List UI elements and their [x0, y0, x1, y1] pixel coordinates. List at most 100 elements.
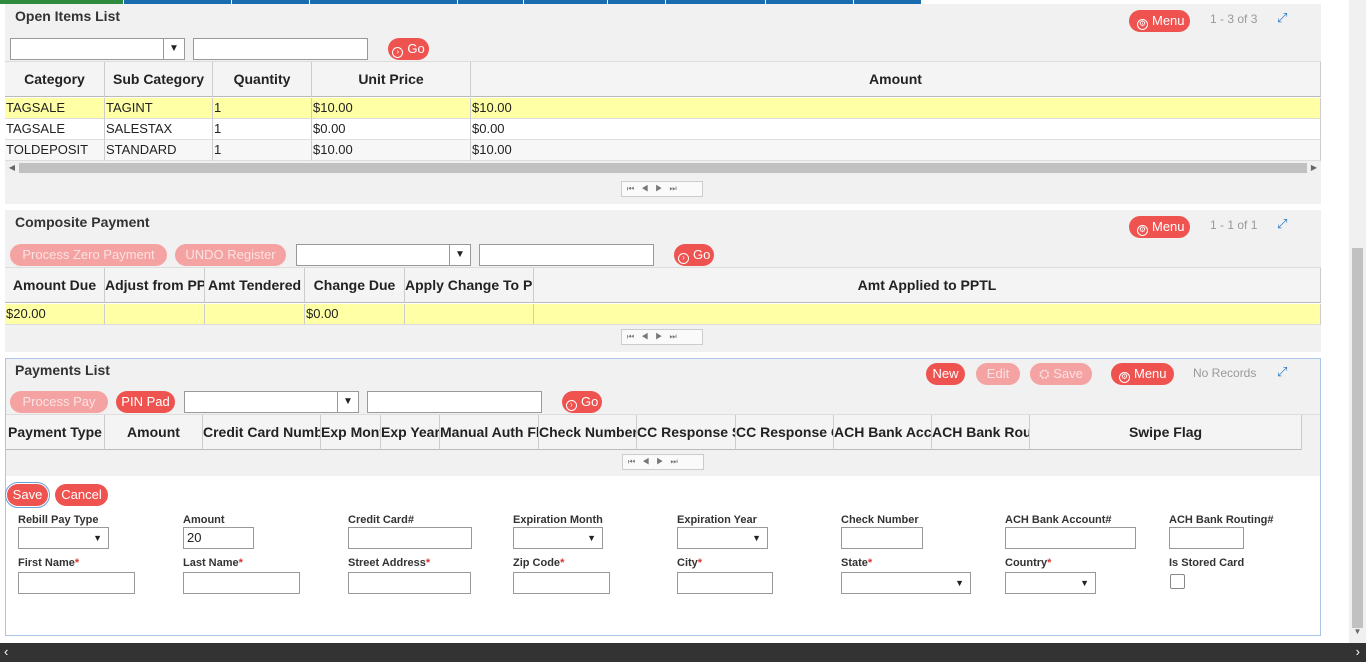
- filter-value-input[interactable]: [479, 244, 654, 266]
- scroll-down-icon[interactable]: ▼: [1349, 627, 1366, 636]
- horizontal-scrollbar[interactable]: ◀ ▶: [5, 161, 1321, 175]
- chevron-down-icon: ▼: [337, 392, 358, 412]
- first-name-input[interactable]: [18, 572, 135, 594]
- country-select[interactable]: [1005, 572, 1096, 594]
- column-header[interactable]: CC Response Code: [736, 415, 834, 450]
- column-header[interactable]: Exp Month: [321, 415, 381, 450]
- table-cell: $0.00: [471, 119, 1321, 140]
- column-header[interactable]: Quantity: [213, 62, 312, 97]
- filter-value-input[interactable]: [193, 38, 368, 60]
- column-header[interactable]: Amt Tendered: [205, 268, 305, 303]
- pager-nav-icons[interactable]: ⏮◀▶⏭: [622, 454, 704, 470]
- process-zero-payment-button[interactable]: Process Zero Payment: [10, 244, 167, 266]
- arrow-right-icon: ›: [566, 400, 577, 411]
- filter-column-select[interactable]: ▼: [296, 244, 471, 266]
- process-pay-button[interactable]: Process Pay: [10, 391, 108, 413]
- scroll-right-icon[interactable]: ›: [1356, 644, 1360, 659]
- pin-pad-button[interactable]: PIN Pad: [116, 391, 175, 413]
- column-header[interactable]: CC Response Status: [637, 415, 736, 450]
- column-header[interactable]: Sub Category: [105, 62, 213, 97]
- expand-icon[interactable]: ⤢: [1277, 10, 1287, 26]
- scroll-right-icon[interactable]: ▶: [1307, 161, 1321, 175]
- column-header[interactable]: Check Number: [539, 415, 637, 450]
- menu-label: Menu: [1152, 13, 1185, 28]
- panel-title: Payments List: [15, 362, 110, 378]
- column-header[interactable]: ACH Bank Routing: [932, 415, 1030, 450]
- save-button[interactable]: ⛭ Save: [1030, 363, 1092, 385]
- table-cell: $0.00: [312, 119, 471, 140]
- filter-value-input[interactable]: [367, 391, 542, 413]
- table-cell: $0.00: [305, 304, 405, 325]
- check-number-input[interactable]: [841, 527, 923, 549]
- credit-card-input[interactable]: [348, 527, 472, 549]
- pager-bar: ⏮◀▶⏭: [5, 327, 1321, 348]
- filter-column-select[interactable]: ▼: [10, 38, 185, 60]
- new-button[interactable]: New: [926, 363, 965, 385]
- chevron-down-icon: ▼: [163, 39, 184, 59]
- field-label: Street Address*: [348, 557, 431, 569]
- menu-button[interactable]: ⚙ Menu: [1129, 216, 1190, 238]
- go-button[interactable]: › Go: [388, 38, 429, 60]
- edit-button[interactable]: Edit: [976, 363, 1020, 385]
- field-label: Credit Card#: [348, 514, 415, 526]
- column-header[interactable]: Amt Applied to PPTL: [534, 268, 1321, 303]
- expand-icon[interactable]: ⤢: [1277, 364, 1287, 380]
- go-button[interactable]: › Go: [562, 391, 602, 413]
- table-cell: 1: [213, 119, 312, 140]
- scrollbar-thumb[interactable]: [19, 163, 1307, 173]
- table-cell: $10.00: [471, 140, 1321, 161]
- ach-bank-routing-input[interactable]: [1169, 527, 1244, 549]
- menu-label: Menu: [1152, 219, 1185, 234]
- vertical-scrollbar[interactable]: ▼: [1349, 0, 1366, 643]
- column-header[interactable]: Swipe Flag: [1030, 415, 1302, 450]
- form-cancel-button[interactable]: Cancel: [55, 484, 108, 506]
- column-header[interactable]: Credit Card Number: [203, 415, 321, 450]
- column-header[interactable]: Adjust from PPT: [105, 268, 205, 303]
- payments-list-panel: Payments List New Edit ⛭ Save ⚙ Menu No R…: [5, 358, 1321, 636]
- expand-icon[interactable]: ⤢: [1277, 216, 1287, 232]
- column-header[interactable]: Apply Change To PPT: [405, 268, 534, 303]
- undo-register-button[interactable]: UNDO Register: [175, 244, 286, 266]
- field-label: Expiration Month: [513, 514, 603, 526]
- last-name-input[interactable]: [183, 572, 300, 594]
- is-stored-card-checkbox[interactable]: [1170, 574, 1185, 589]
- menu-button[interactable]: ⚙ Menu: [1111, 363, 1174, 385]
- pager-nav-icons[interactable]: ⏮◀▶⏭: [621, 181, 703, 197]
- zip-code-input[interactable]: [513, 572, 610, 594]
- column-header[interactable]: ACH Bank Account: [834, 415, 932, 450]
- column-header[interactable]: Change Due: [305, 268, 405, 303]
- expiration-month-select[interactable]: [513, 527, 603, 549]
- scroll-left-icon[interactable]: ◀: [5, 161, 19, 175]
- table-cell: TOLDEPOSIT: [5, 140, 105, 161]
- scroll-left-icon[interactable]: ‹: [4, 644, 8, 659]
- scrollbar-thumb[interactable]: [1352, 248, 1363, 628]
- arrow-right-icon: ›: [678, 253, 689, 264]
- column-header[interactable]: Manual Auth Flag: [440, 415, 539, 450]
- form-save-button[interactable]: Save: [5, 482, 50, 508]
- table-cell: 1: [213, 140, 312, 161]
- rebill-pay-type-select[interactable]: [18, 527, 109, 549]
- column-header[interactable]: Payment Type: [6, 415, 105, 450]
- table-cell: TAGSALE: [5, 119, 105, 140]
- city-input[interactable]: [677, 572, 773, 594]
- amount-input[interactable]: 20: [183, 527, 254, 549]
- filter-column-select[interactable]: ▼: [184, 391, 359, 413]
- field-label: First Name*: [18, 557, 80, 569]
- field-label: State*: [841, 557, 873, 569]
- column-header[interactable]: Category: [5, 62, 105, 97]
- column-header[interactable]: Exp Year: [381, 415, 440, 450]
- ach-bank-account-input[interactable]: [1005, 527, 1136, 549]
- column-header[interactable]: Amount: [471, 62, 1321, 97]
- table-cell: $10.00: [312, 140, 471, 161]
- column-header[interactable]: Amount: [105, 415, 203, 450]
- expiration-year-select[interactable]: [677, 527, 768, 549]
- column-header[interactable]: Amount Due: [5, 268, 105, 303]
- street-address-input[interactable]: [348, 572, 471, 594]
- column-header[interactable]: Unit Price: [312, 62, 471, 97]
- menu-button[interactable]: ⚙ Menu: [1129, 10, 1190, 32]
- composite-payment-panel: Composite Payment ⚙ Menu 1 - 1 of 1 ⤢ Pro…: [5, 210, 1321, 352]
- go-button[interactable]: › Go: [674, 244, 714, 266]
- state-select[interactable]: [841, 572, 971, 594]
- pager-nav-icons[interactable]: ⏮◀▶⏭: [621, 329, 703, 345]
- save-label: Save: [1053, 366, 1083, 381]
